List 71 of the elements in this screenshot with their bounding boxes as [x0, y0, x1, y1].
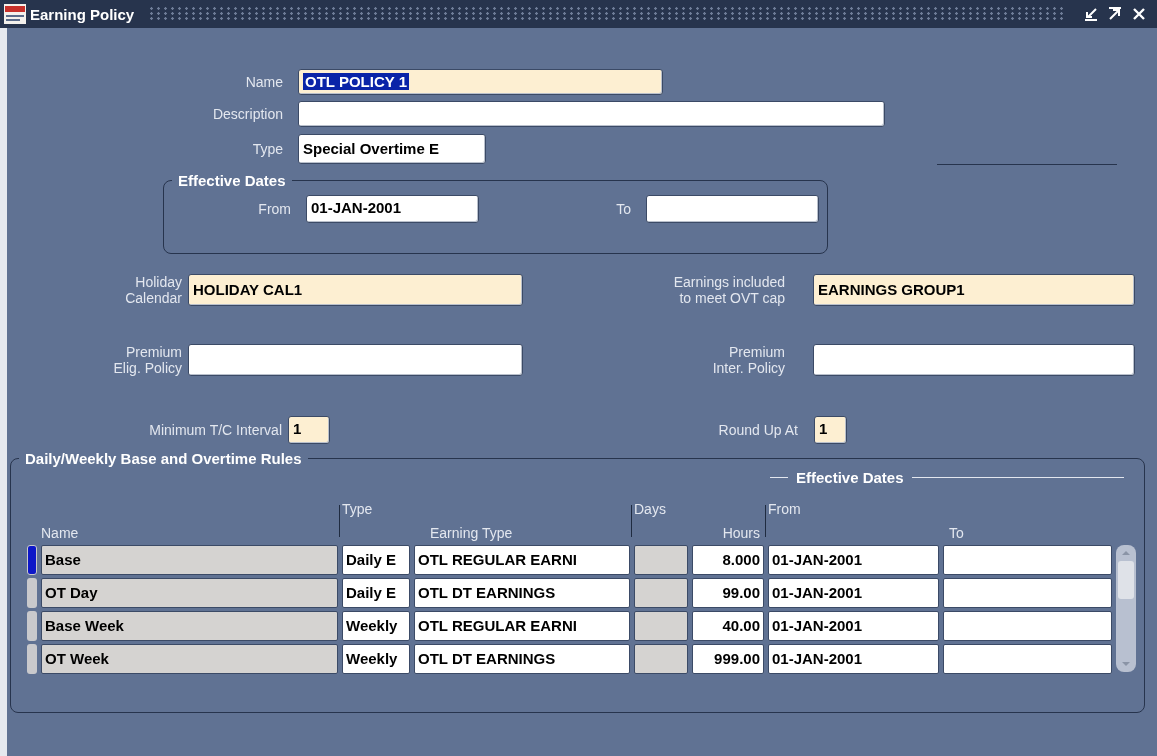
table-cell[interactable]: 01-JAN-2001	[768, 644, 939, 674]
row-marker[interactable]	[27, 578, 37, 608]
table-cell	[634, 545, 688, 575]
field-label: Premium Elig. Policy	[112, 344, 182, 376]
minimize-icon	[1084, 7, 1098, 21]
maximize-icon	[1108, 7, 1122, 21]
table-cell[interactable]: Weekly	[342, 644, 410, 674]
table-cell[interactable]	[943, 545, 1112, 575]
group-title: Effective Dates	[177, 172, 287, 189]
row-marker[interactable]	[27, 545, 37, 575]
column-group-header: Effective Dates	[796, 468, 904, 486]
group-title: Daily/Weekly Base and Overtime Rules	[24, 450, 303, 467]
close-icon	[1132, 7, 1146, 21]
input-field[interactable]	[813, 344, 1135, 376]
column-header: Type	[342, 501, 374, 519]
table-cell[interactable]: OTL REGULAR EARNI	[414, 545, 630, 575]
field-label: Name	[244, 74, 283, 90]
table-cell[interactable]	[943, 578, 1112, 608]
table-cell[interactable]: OTL DT EARNINGS	[414, 644, 630, 674]
input-field[interactable]	[188, 344, 523, 376]
table-cell[interactable]: 40.00	[692, 611, 764, 641]
table-cell[interactable]: Daily E	[342, 578, 410, 608]
table-cell[interactable]: 01-JAN-2001	[768, 611, 939, 641]
column-header: Hours	[721, 525, 761, 543]
table-cell[interactable]: 999.00	[692, 644, 764, 674]
table-cell	[634, 578, 688, 608]
date-field[interactable]: 01-JAN-2001	[306, 195, 479, 223]
row-marker[interactable]	[27, 644, 37, 674]
type-field[interactable]: Special Overtime E	[298, 134, 486, 164]
input-field[interactable]: 1	[814, 416, 847, 444]
scroll-thumb[interactable]	[1118, 561, 1134, 599]
field-label: Premium Inter. Policy	[711, 344, 785, 376]
field-label: From	[257, 201, 291, 217]
description-field[interactable]	[298, 101, 885, 127]
table-cell[interactable]: 8.000	[692, 545, 764, 575]
table-cell[interactable]: OTL REGULAR EARNI	[414, 611, 630, 641]
field-label: Type	[251, 141, 283, 157]
field-label: To	[615, 201, 631, 217]
scrollbar[interactable]	[1116, 545, 1136, 672]
column-header: From	[768, 501, 802, 519]
table-cell: OT Week	[41, 644, 338, 674]
column-header: Earning Type	[429, 525, 514, 543]
field-label: Description	[211, 106, 283, 122]
table-cell[interactable]: 99.00	[692, 578, 764, 608]
input-field[interactable]: EARNINGS GROUP1	[813, 274, 1135, 306]
table-cell	[634, 644, 688, 674]
field-label: Minimum T/C Interval	[148, 422, 282, 438]
table-cell	[634, 611, 688, 641]
column-header: To	[948, 525, 965, 543]
row-marker[interactable]	[27, 611, 37, 641]
date-field[interactable]	[646, 195, 819, 223]
column-header: Name	[41, 525, 80, 543]
table-cell[interactable]	[943, 611, 1112, 641]
field-label: Holiday Calendar	[124, 274, 182, 306]
table-cell[interactable]: OTL DT EARNINGS	[414, 578, 630, 608]
table-cell[interactable]: 01-JAN-2001	[768, 578, 939, 608]
name-field[interactable]: OTL POLICY 1	[298, 69, 663, 95]
table-cell: Base Week	[41, 611, 338, 641]
input-field[interactable]: HOLIDAY CAL1	[188, 274, 523, 306]
table-cell[interactable]: Weekly	[342, 611, 410, 641]
column-header: Days	[634, 501, 667, 519]
field-label: Round Up At	[717, 422, 798, 438]
table-cell[interactable]	[943, 644, 1112, 674]
input-field[interactable]: 1	[288, 416, 330, 444]
field-label: Earnings included to meet OVT cap	[672, 274, 785, 306]
table-cell: Base	[41, 545, 338, 575]
table-cell[interactable]: Daily E	[342, 545, 410, 575]
window-title: Earning Policy	[30, 5, 135, 23]
app-logo-icon	[4, 4, 26, 24]
table-cell[interactable]: 01-JAN-2001	[768, 545, 939, 575]
table-cell: OT Day	[41, 578, 338, 608]
